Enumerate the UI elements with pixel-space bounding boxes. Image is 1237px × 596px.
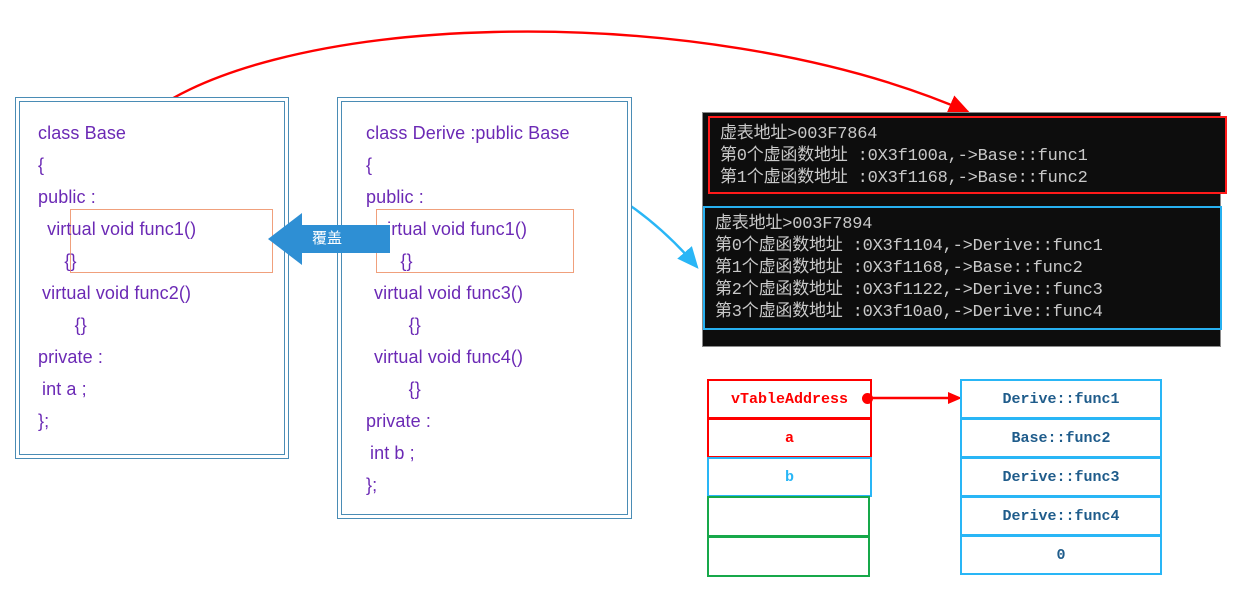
- derive-output-line-3: 第2个虚函数地址 :0X3f1122,->Derive::func3: [715, 281, 1103, 300]
- override-arrow-label: 覆盖: [312, 230, 343, 247]
- base-code-line-3: virtual void func1(): [42, 219, 197, 239]
- base-code-line-9: };: [38, 411, 50, 431]
- base-code-line-0: class Base: [38, 123, 127, 143]
- vtable-cell-3: Derive::func4: [960, 496, 1162, 536]
- class-derive-box: class Derive :public Base { public : vir…: [337, 97, 632, 519]
- derive-code-line-2: public :: [366, 187, 424, 207]
- base-code-line-5: virtual void func2(): [42, 283, 192, 303]
- console-pane-derive-output: 虚表地址>003F7894 第0个虚函数地址 :0X3f1104,->Deriv…: [703, 206, 1222, 330]
- derive-code-line-7: virtual void func4(): [374, 347, 524, 367]
- derive-vtable: Derive::func1 Base::func2 Derive::func3 …: [960, 379, 1162, 581]
- override-block-arrow: 覆盖: [268, 213, 390, 265]
- base-code-line-8: int a ;: [42, 379, 87, 399]
- derive-code-line-10: int b ;: [370, 443, 415, 463]
- object-cell-empty-2: [707, 536, 870, 577]
- derive-object-layout: vTableAddress a b: [707, 379, 872, 581]
- base-code-line-4: {}: [44, 251, 77, 271]
- object-cell-vtableaddress: vTableAddress: [707, 379, 872, 419]
- derive-code-line-11: };: [366, 475, 378, 495]
- base-output-line-1: 第0个虚函数地址 :0X3f100a,->Base::func1: [720, 147, 1088, 166]
- base-code-line-7: private :: [38, 347, 103, 367]
- derive-output-line-1: 第0个虚函数地址 :0X3f1104,->Derive::func1: [715, 237, 1103, 256]
- console-pane-base-output: 虚表地址>003F7864 第0个虚函数地址 :0X3f100a,->Base:…: [708, 116, 1227, 194]
- derive-code-line-9: private :: [366, 411, 431, 431]
- class-derive-inner: class Derive :public Base { public : vir…: [341, 101, 628, 515]
- derive-output-line-0: 虚表地址>003F7894: [715, 215, 873, 234]
- base-code-line-6: {}: [44, 315, 87, 335]
- derive-code-line-5: virtual void func3(): [374, 283, 524, 303]
- object-cell-a: a: [707, 418, 872, 458]
- derive-code-line-0: class Derive :public Base: [366, 123, 570, 143]
- object-cell-b: b: [707, 457, 872, 497]
- derive-code-line-8: {}: [378, 379, 421, 399]
- derive-output-line-4: 第3个虚函数地址 :0X3f10a0,->Derive::func4: [715, 303, 1103, 322]
- override-arrow-head: [268, 213, 302, 265]
- object-cell-empty-1: [707, 496, 870, 537]
- diagram-canvas: class Base { public : virtual void func1…: [0, 0, 1237, 596]
- vtable-pointer-dot: [862, 393, 873, 404]
- vtable-cell-0: Derive::func1: [960, 379, 1162, 419]
- class-base-inner: class Base { public : virtual void func1…: [19, 101, 285, 455]
- derive-output-line-2: 第1个虚函数地址 :0X3f1168,->Base::func2: [715, 259, 1083, 278]
- vtable-cell-2: Derive::func3: [960, 457, 1162, 497]
- base-code-line-1: {: [38, 155, 45, 175]
- class-base-box: class Base { public : virtual void func1…: [15, 97, 289, 459]
- derive-code-line-1: {: [366, 155, 373, 175]
- base-output-line-0: 虚表地址>003F7864: [720, 125, 878, 144]
- base-code-line-2: public :: [38, 187, 96, 207]
- derive-code-line-6: {}: [378, 315, 421, 335]
- derive-code-line-3: virtual void func1(): [378, 219, 528, 239]
- vtable-cell-4: 0: [960, 535, 1162, 575]
- vtable-cell-1: Base::func2: [960, 418, 1162, 458]
- base-output-line-2: 第1个虚函数地址 :0X3f1168,->Base::func2: [720, 169, 1088, 188]
